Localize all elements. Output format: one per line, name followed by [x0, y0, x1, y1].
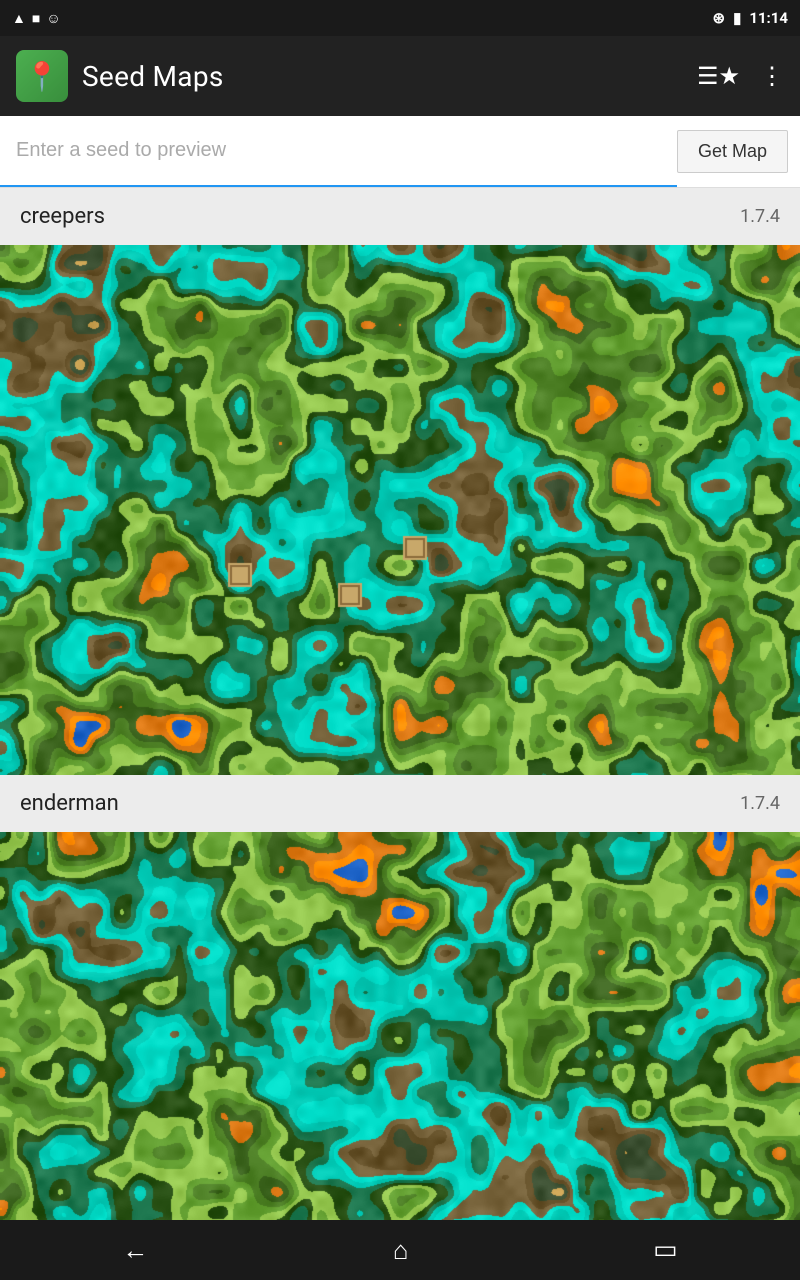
- seed-version-creepers: 1.7.4: [740, 206, 780, 227]
- seed-input[interactable]: [0, 116, 677, 187]
- more-options-icon[interactable]: ⋮: [760, 62, 784, 90]
- seed-row-creepers[interactable]: creepers 1.7.4: [0, 188, 800, 245]
- wifi-icon: ⊛: [713, 9, 726, 27]
- status-bar: ▲ ■ ☺ ⊛ ▮ 11:14: [0, 0, 800, 36]
- seed-name-creepers: creepers: [20, 204, 105, 229]
- app-bar: 📍 Seed Maps ☰★ ⋮: [0, 36, 800, 116]
- get-map-button[interactable]: Get Map: [677, 130, 788, 173]
- app-title: Seed Maps: [82, 60, 224, 93]
- app-bar-left: 📍 Seed Maps: [16, 50, 224, 102]
- phone-icon: ■: [32, 10, 40, 27]
- home-button[interactable]: ⌂: [393, 1235, 409, 1266]
- map-pin-icon: 📍: [25, 60, 60, 93]
- search-bar: Get Map: [0, 116, 800, 188]
- seed-name-enderman: enderman: [20, 791, 119, 816]
- battery-icon: ▮: [733, 9, 741, 27]
- seed-version-enderman: 1.7.4: [740, 793, 780, 814]
- navigation-bar: ← ⌂ ▭: [0, 1220, 800, 1280]
- time-display: 11:14: [749, 9, 788, 27]
- list-star-icon[interactable]: ☰★: [697, 62, 740, 90]
- status-bar-right: ⊛ ▮ 11:14: [713, 9, 789, 27]
- map-creepers[interactable]: [0, 245, 800, 775]
- android-icon: ▲: [12, 10, 26, 27]
- map-enderman[interactable]: [0, 832, 800, 1220]
- recents-button[interactable]: ▭: [653, 1235, 678, 1265]
- status-bar-left: ▲ ■ ☺: [12, 10, 61, 27]
- seed-row-enderman[interactable]: enderman 1.7.4: [0, 775, 800, 832]
- content-area: creepers 1.7.4 enderman 1.7.4: [0, 188, 800, 1220]
- app-bar-actions: ☰★ ⋮: [697, 62, 784, 90]
- app-icon: 📍: [16, 50, 68, 102]
- back-button[interactable]: ←: [122, 1235, 148, 1266]
- smiley-icon: ☺: [46, 10, 60, 27]
